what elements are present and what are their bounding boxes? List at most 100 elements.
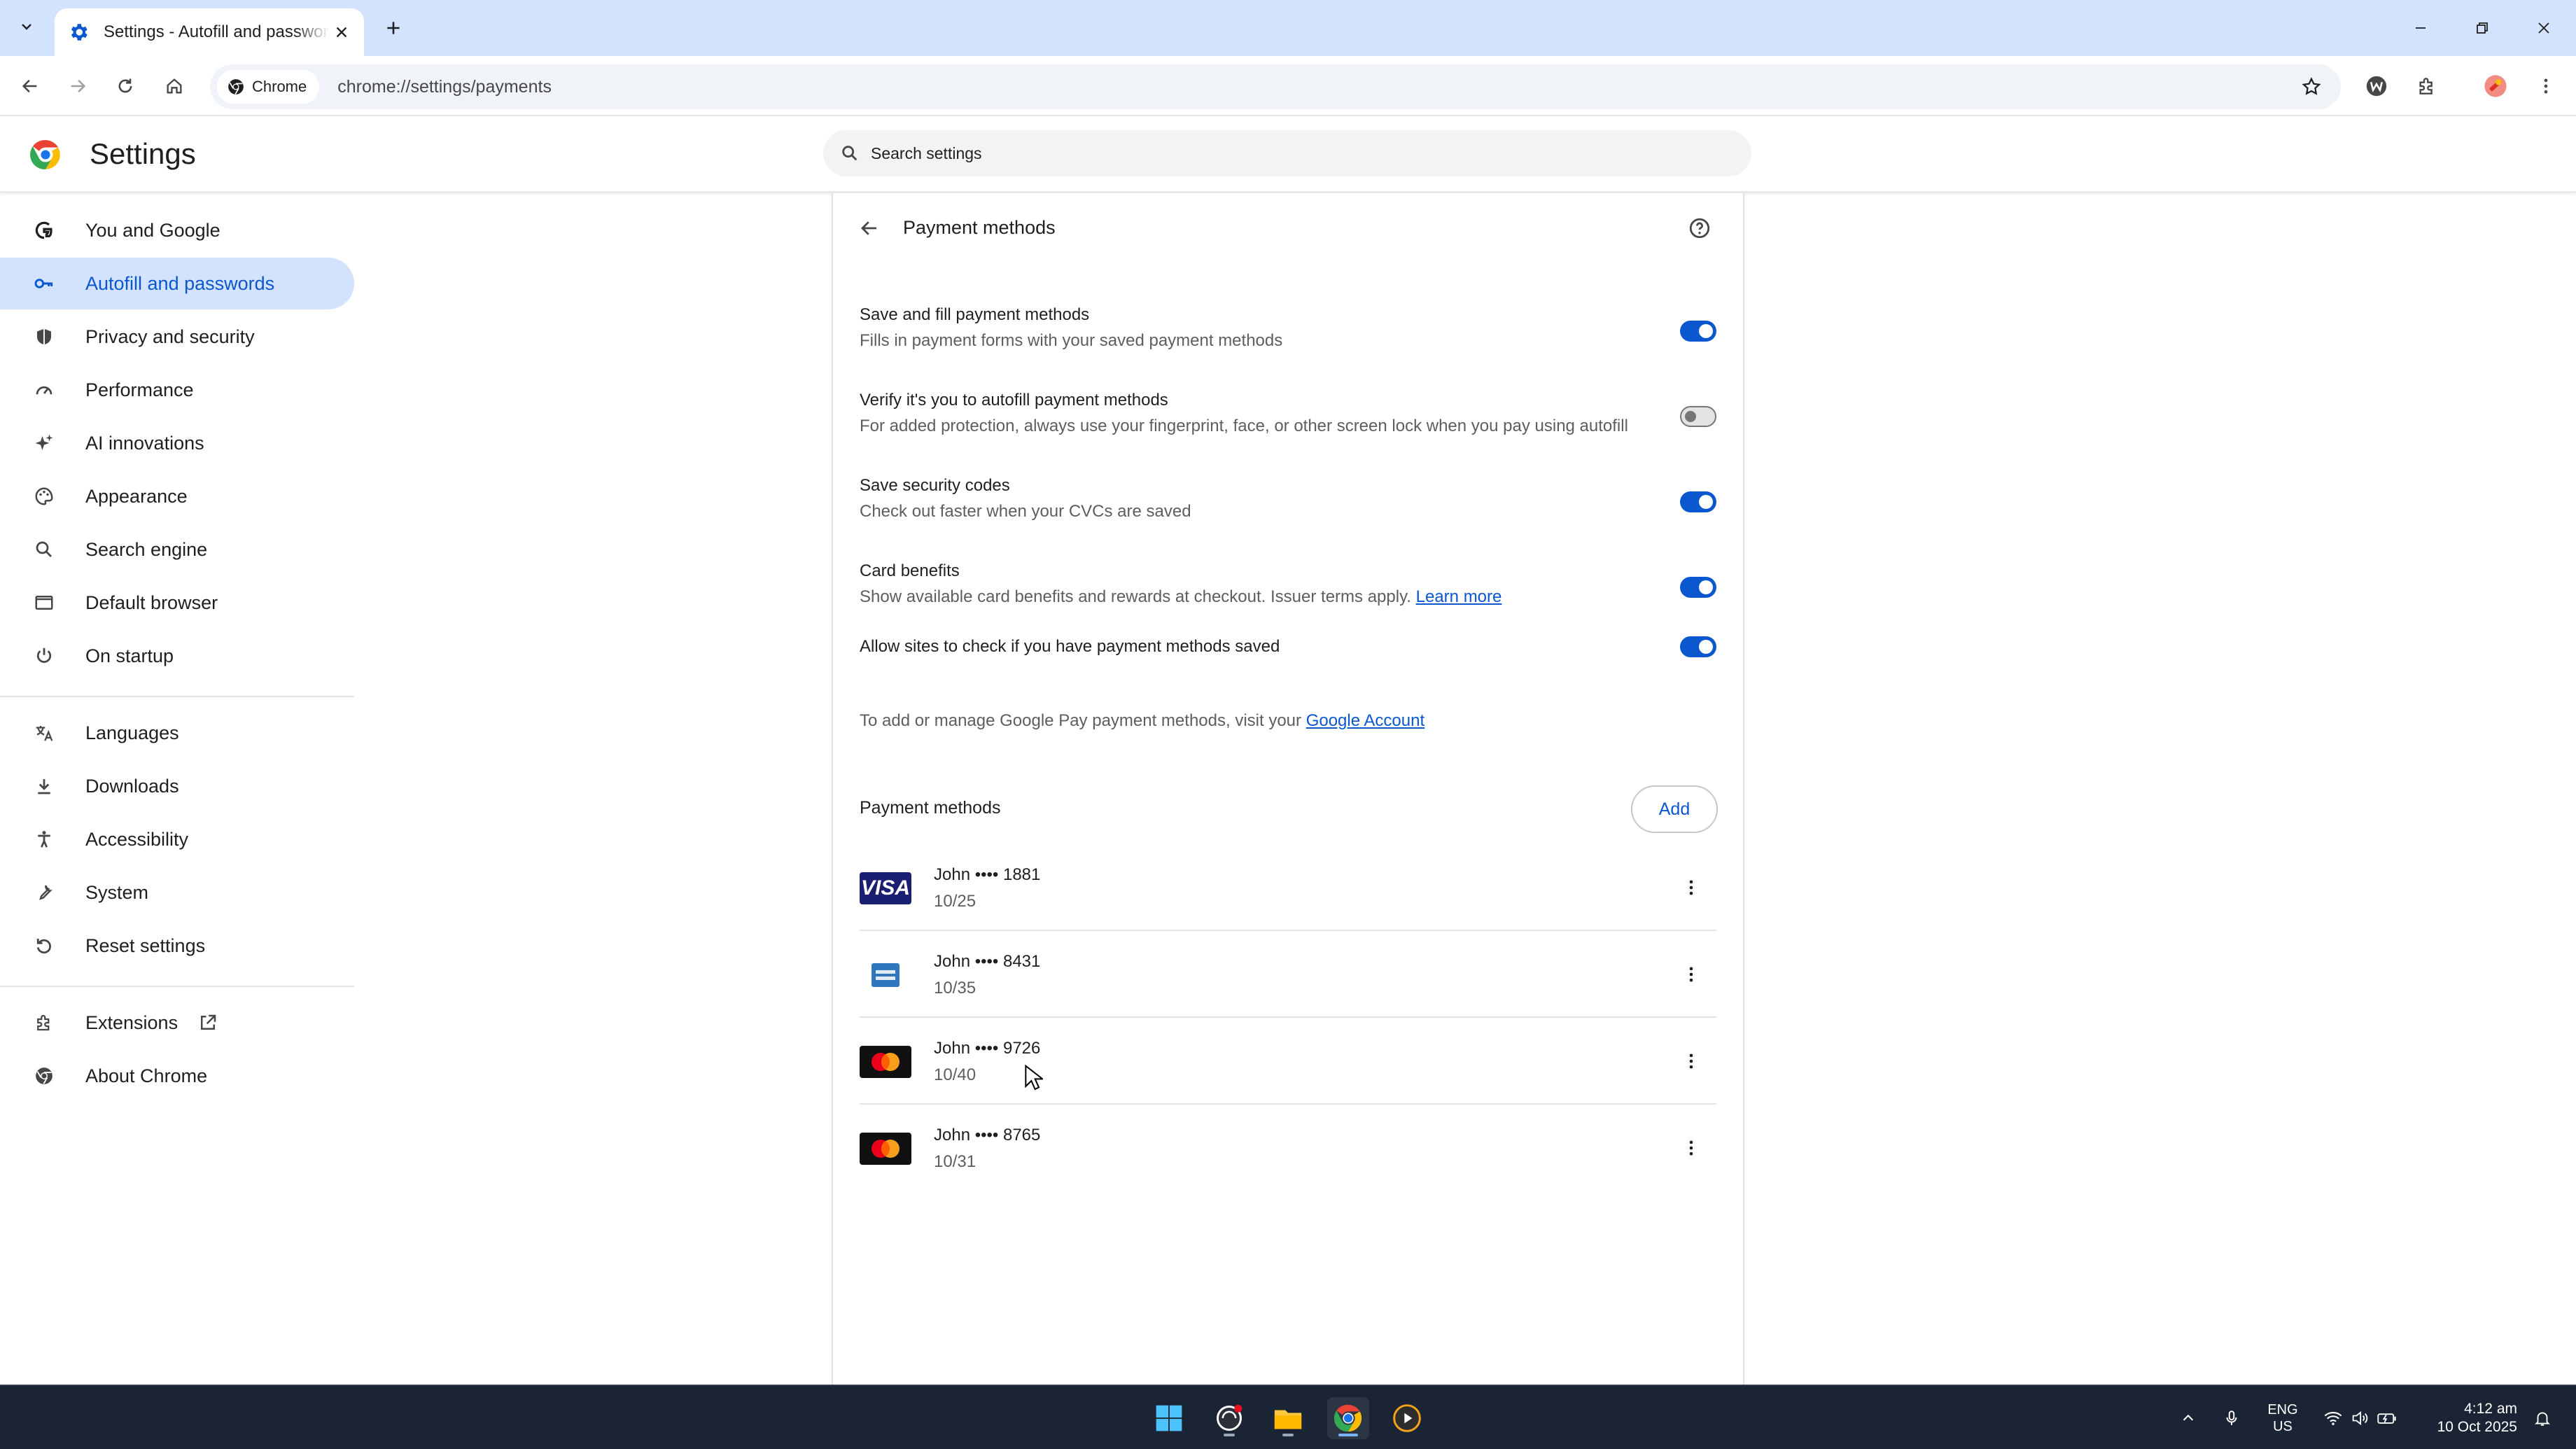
input-language-indicator[interactable]: ENG US [2258,1386,2307,1449]
bookmark-button[interactable] [2296,71,2327,102]
address-bar[interactable]: Chrome chrome://settings/payments [210,64,2341,109]
wrench-icon [32,881,56,904]
running-indicator [1282,1434,1294,1436]
sidebar-item-on-startup[interactable]: On startup [0,630,354,682]
verify-toggle[interactable] [1680,406,1716,427]
sidebar-item-reset-settings[interactable]: Reset settings [0,920,354,972]
card-menu-button[interactable] [1676,1046,1707,1077]
active-tab[interactable]: Settings - Autofill and passwords [55,8,364,56]
sidebar-item-appearance[interactable]: Appearance [0,470,354,522]
restore-button[interactable] [2451,0,2513,56]
clock-button[interactable]: 4:12 am 10 Oct 2025 [2412,1386,2517,1449]
allow-sites-toggle[interactable] [1680,636,1716,657]
payment-methods-card: Payment methods Save and fill payment me… [832,193,1744,1386]
sidebar-item-downloads[interactable]: Downloads [0,760,354,812]
card-benefits-toggle[interactable] [1680,577,1716,598]
card-menu-button[interactable] [1676,959,1707,990]
sidebar-item-accessibility[interactable]: Accessibility [0,813,354,865]
card-menu-button[interactable] [1676,872,1707,903]
extension-w-button[interactable] [2360,70,2393,102]
arrow-left-icon [22,79,37,93]
sidebar-item-languages[interactable]: Languages [0,707,354,759]
tab-search-button[interactable] [10,10,43,43]
chevron-up-icon [2183,1414,2194,1421]
sidebar-item-search-engine[interactable]: Search engine [0,524,354,575]
settings-gear-icon [71,24,88,41]
sidebar-item-privacy[interactable]: Privacy and security [0,311,354,363]
microphone-button[interactable] [2218,1386,2246,1449]
sidebar-item-label: Performance [85,379,194,400]
taskbar-chrome[interactable] [1327,1397,1369,1439]
url-text: chrome://settings/payments [337,76,552,97]
setting-description: For added protection, always use your fi… [860,416,1628,435]
learn-more-link[interactable]: Learn more [1416,587,1502,606]
reload-button[interactable] [109,70,141,102]
back-arrow-button[interactable] [854,213,885,244]
w-extension-icon [2366,76,2387,97]
taskbar-file-explorer[interactable] [1267,1397,1309,1439]
show-hidden-icons-button[interactable] [2174,1386,2202,1449]
settings-search-box[interactable] [823,130,1751,176]
back-button[interactable] [14,70,46,102]
sidebar-item-label: Search engine [85,538,208,560]
card-expiry: 10/25 [934,892,976,911]
forward-button[interactable] [62,70,94,102]
sidebar-item-default-browser[interactable]: Default browser [0,577,354,629]
sidebar-item-label: On startup [85,645,174,666]
add-payment-method-button[interactable]: Add [1631,785,1718,833]
plus-icon [387,22,400,34]
card-header: Payment methods [833,193,1743,263]
chrome-icon [32,1064,56,1088]
save-and-fill-toggle[interactable] [1680,321,1716,342]
google-pay-note-text: To add or manage Google Pay payment meth… [860,711,1302,730]
search-icon [32,538,56,561]
home-button[interactable] [158,70,190,102]
payment-card-row: John •••• 8431 10/35 [860,931,1716,1018]
sidebar-item-extensions[interactable]: Extensions [0,997,354,1049]
notifications-button[interactable] [2528,1386,2556,1449]
external-link-icon [197,1012,218,1033]
search-icon [842,146,858,161]
profile-avatar-button[interactable] [2479,70,2512,102]
minimize-button[interactable] [2390,0,2451,56]
site-info-chip[interactable]: Chrome [217,70,320,104]
close-window-button[interactable] [2513,0,2575,56]
sidebar-item-label: Extensions [85,1011,178,1033]
card-holder-number: John •••• 8765 [934,1126,1041,1144]
google-account-link[interactable]: Google Account [1306,711,1424,730]
translate-icon [32,721,56,745]
chrome-logo-icon [1334,1404,1362,1432]
new-tab-button[interactable] [378,13,409,43]
bell-icon [2535,1412,2550,1426]
tab-close-button[interactable] [329,20,354,45]
sidebar-item-label: Autofill and passwords [85,272,275,294]
palette-icon [32,484,56,508]
card-holder-number: John •••• 8431 [934,952,1041,971]
chrome-icon [228,79,244,94]
accessibility-icon [32,827,56,851]
extensions-button[interactable] [2411,70,2443,102]
sidebar-item-label: About Chrome [85,1065,208,1086]
help-button[interactable] [1684,213,1715,244]
sidebar-item-system[interactable]: System [0,867,354,918]
sidebar-item-performance[interactable]: Performance [0,364,354,416]
security-codes-toggle[interactable] [1680,491,1716,512]
start-button[interactable] [1148,1397,1190,1439]
setting-description: Show available card benefits and rewards… [860,584,1716,610]
running-indicator [1224,1434,1235,1436]
sidebar-item-label: You and Google [85,219,220,241]
puzzle-icon [2419,78,2432,94]
camera-app-icon [1217,1404,1242,1431]
taskbar-media-player[interactable] [1386,1397,1428,1439]
quick-settings-button[interactable] [2320,1386,2401,1449]
sidebar-item-ai-innovations[interactable]: AI innovations [0,417,354,469]
sidebar-item-you-and-google[interactable]: You and Google [0,204,354,256]
chrome-menu-button[interactable] [2530,70,2562,102]
setting-description: Check out faster when your CVCs are save… [860,502,1191,521]
card-menu-button[interactable] [1676,1133,1707,1163]
taskbar-app-recorder[interactable] [1208,1397,1250,1439]
sidebar-item-autofill[interactable]: Autofill and passwords [0,258,354,309]
sidebar-item-about-chrome[interactable]: About Chrome [0,1050,354,1102]
sidebar-item-label: Accessibility [85,828,189,850]
search-input[interactable] [871,144,1711,163]
